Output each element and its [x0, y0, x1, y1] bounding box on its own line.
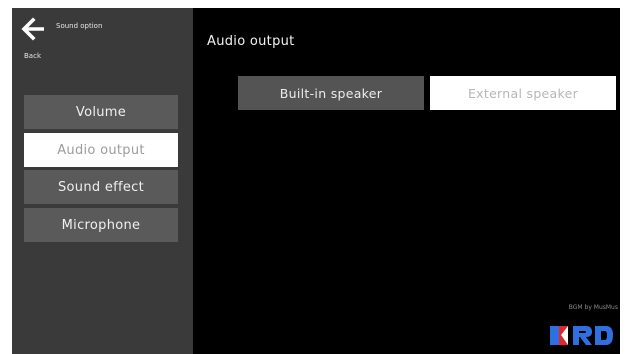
- back-button[interactable]: Back: [14, 10, 54, 60]
- sidebar-item-label: Volume: [75, 104, 127, 120]
- sidebar-item-audio-output[interactable]: Audio output: [24, 133, 178, 167]
- sidebar-item-label: Audio output: [57, 142, 145, 158]
- sidebar: Back Sound option Volume Audio output So…: [12, 8, 193, 354]
- external-speaker-button[interactable]: External speaker: [430, 76, 616, 110]
- built-in-speaker-button[interactable]: Built-in speaker: [238, 76, 424, 110]
- sidebar-item-label: Microphone: [61, 217, 141, 233]
- option-label: External speaker: [467, 85, 579, 101]
- app-screen: Back Sound option Volume Audio output So…: [12, 8, 620, 354]
- bgm-credit: BGM by MusMus: [568, 304, 618, 311]
- arrow-left-icon: [21, 17, 44, 41]
- option-label: Built-in speaker: [279, 85, 383, 101]
- sidebar-item-microphone[interactable]: Microphone: [24, 208, 178, 242]
- sidebar-item-sound-effect[interactable]: Sound effect: [24, 170, 178, 204]
- back-label: Back: [24, 52, 41, 60]
- sidebar-item-label: Sound effect: [57, 179, 145, 195]
- screen-title: Sound option: [56, 22, 103, 30]
- sidebar-item-volume[interactable]: Volume: [24, 95, 178, 129]
- brand-logo-icon: [550, 326, 613, 345]
- page-title: Audio output: [207, 34, 295, 49]
